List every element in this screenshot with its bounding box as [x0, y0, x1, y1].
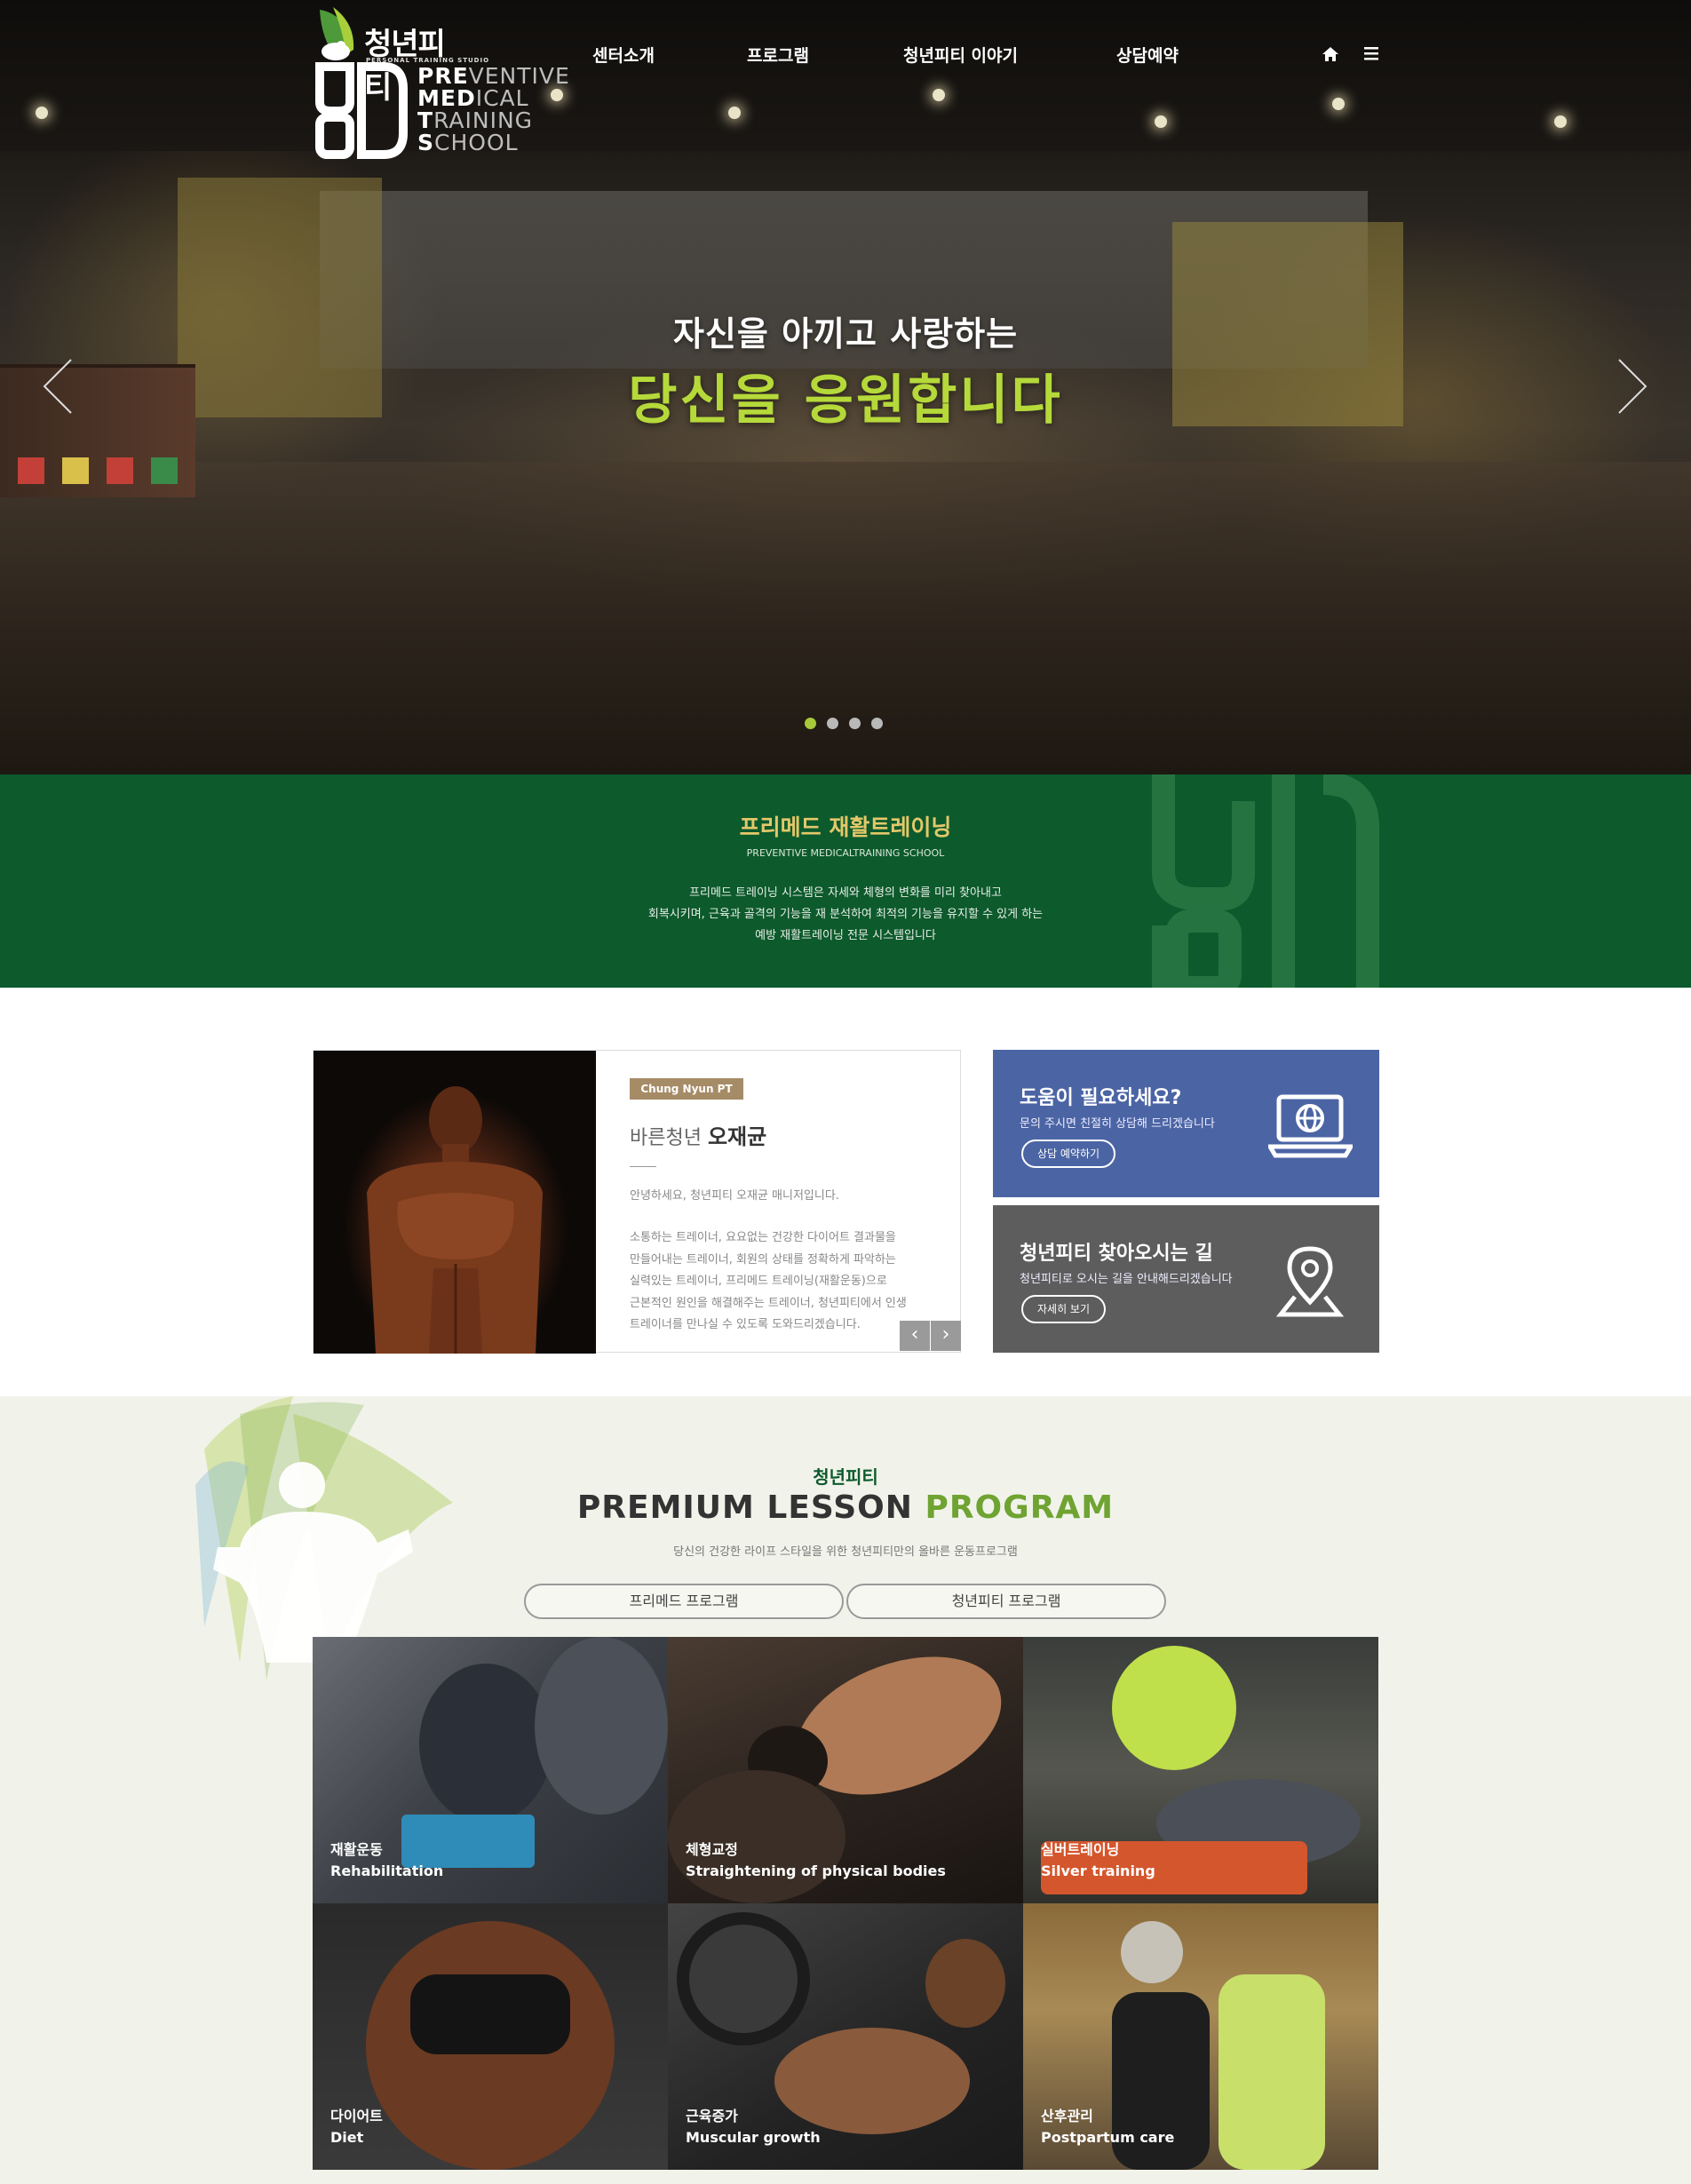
tile-label-en: Silver training [1041, 1862, 1155, 1879]
program-title-main: PREMIUM LESSON [576, 1489, 913, 1526]
hero-highlight: 당신을 응원합니다 [628, 369, 1063, 432]
program-tile-postpartum-care[interactable]: 산후관리 Postpartum care [1023, 1903, 1378, 2170]
pmts-band [0, 774, 1691, 988]
trainer-desc-line: 실력있는 트레이너, 프리메드 트레이닝(재활운동)으로 [630, 1275, 887, 1288]
tile-label-ko: 체형교정 [686, 1841, 738, 1858]
logo-mark-icon [320, 7, 354, 60]
pmts-subtitle: PREVENTIVE MEDICALTRAINING SCHOOL [746, 847, 945, 859]
hero-lamp [933, 89, 945, 101]
pmts-watermark-icon [1152, 774, 1379, 988]
reserve-consult-button[interactable]: 상담 예약하기 [1021, 1140, 1116, 1168]
tile-label-ko: 산후관리 [1041, 2108, 1093, 2124]
tile-label-en: Straightening of physical bodies [686, 1862, 946, 1879]
slider-prev-arrow-icon[interactable] [40, 355, 75, 417]
hero-lamp [1155, 115, 1167, 128]
hero-lamp [36, 107, 48, 119]
hamburger-menu-icon[interactable] [1363, 45, 1379, 61]
help-box-text: 문의 주시면 친절히 상담해 드리겠습니다 [1020, 1117, 1215, 1131]
tab-chungnyun-program[interactable]: 청년피티 프로그램 [846, 1584, 1166, 1619]
hero-ceiling [0, 0, 1691, 151]
tile-label-en: Postpartum care [1041, 2129, 1175, 2146]
tile-label-ko: 재활운동 [330, 1841, 383, 1858]
pmts-logo-text: PREVENTIVE MEDICAL TRAINING SCHOOL [417, 65, 570, 154]
directions-box: 청년피티 찾아오시는 길 청년피티로 오시는 길을 안내해드리겠습니다 자세히 … [993, 1205, 1379, 1353]
pmts-description: 프리메드 트레이닝 시스템은 자세와 체형의 변화를 미리 찾아내고 회복시키며… [0, 883, 1691, 947]
pmts-line: TRAINING [417, 107, 534, 133]
tile-label-ko: 다이어트 [330, 2108, 383, 2124]
laptop-globe-icon [1268, 1094, 1353, 1158]
trainer-desc-line: 트레이너를 만나실 수 있도록 도와드리겠습니다. [630, 1318, 861, 1331]
slider-dot[interactable] [871, 718, 883, 729]
program-tile-diet[interactable]: 다이어트 Diet [313, 1903, 668, 2170]
pmts-title: 프리메드 재활트레이닝 [739, 814, 952, 840]
hero-floor [0, 462, 1691, 774]
program-tile-muscular-growth[interactable]: 근육증가 Muscular growth [668, 1903, 1023, 2170]
trainer-name: 바른청년 오재균 [630, 1119, 766, 1150]
trainer-divider [630, 1166, 656, 1167]
help-box: 도움이 필요하세요? 문의 주시면 친절히 상담해 드리겠습니다 상담 예약하기 [993, 1050, 1379, 1197]
pmts-line: MEDICAL [417, 85, 529, 111]
nav-item-story[interactable]: 청년피티 이야기 [903, 43, 1018, 67]
slider-next-arrow-icon[interactable] [1615, 355, 1650, 417]
pmts-logo-icon [315, 62, 408, 159]
program-subtitle: 당신의 건강한 라이프 스타일을 위한 청년피티만의 올바른 운동프로그램 [673, 1545, 1018, 1559]
hero-lamp [1554, 115, 1567, 128]
trainer-photo [314, 1051, 596, 1354]
view-directions-button[interactable]: 자세히 보기 [1021, 1295, 1107, 1323]
tile-label-en: Muscular growth [686, 2129, 821, 2146]
nav-item-program[interactable]: 프로그램 [747, 43, 809, 67]
trainer-badge: Chung Nyun PT [630, 1078, 743, 1100]
trainer-greeting: 안녕하세요, 청년피티 오재균 매니저입니다. [630, 1189, 839, 1203]
trainer-desc-line: 소통하는 트레이너, 요요없는 건강한 다이어트 결과물을 [630, 1231, 896, 1244]
program-kicker: 청년피티 [813, 1466, 878, 1488]
pmts-line: SCHOOL [417, 130, 519, 155]
tile-label-en: Rehabilitation [330, 1862, 444, 1879]
pmts-desc-line: 예방 재활트레이닝 전문 시스템입니다 [755, 929, 936, 942]
trainer-description: 소통하는 트레이너, 요요없는 건강한 다이어트 결과물을 만들어내는 트레이너… [630, 1227, 932, 1337]
pmts-desc-line: 프리메드 트레이닝 시스템은 자세와 체형의 변화를 미리 찾아내고 [689, 886, 1002, 900]
program-tile-silver-training[interactable]: 실버트레이닝 Silver training [1023, 1637, 1378, 1903]
trainer-role: 바른청년 [630, 1127, 702, 1149]
site-logo[interactable]: 청년피티 PERSONAL TRAINING STUDIO [311, 5, 488, 106]
hero-lamp [1332, 98, 1345, 110]
hero-lamp [728, 107, 741, 119]
help-box-title: 도움이 필요하세요? [1020, 1087, 1182, 1109]
trainer-desc-line: 근본적인 원인을 해결해주는 트레이너, 청년피티에서 인생 [630, 1296, 907, 1310]
trainer-name-bold: 오재균 [707, 1124, 767, 1149]
directions-box-text: 청년피티로 오시는 길을 안내해드리겠습니다 [1020, 1273, 1233, 1286]
hero-headline: 자신을 아끼고 사랑하는 [672, 314, 1019, 353]
program-tile-rehabilitation[interactable]: 재활운동 Rehabilitation [313, 1637, 668, 1903]
trainer-next-button[interactable]: › [931, 1321, 961, 1351]
pmts-desc-line: 회복시키며, 근육과 골격의 기능을 재 분석하여 최적의 기능을 유지할 수 … [647, 908, 1044, 921]
tile-label-ko: 근육증가 [686, 2108, 738, 2124]
tile-label-ko: 실버트레이닝 [1041, 1841, 1120, 1858]
tile-label-en: Diet [330, 2129, 364, 2146]
tab-premed-program[interactable]: 프리메드 프로그램 [524, 1584, 844, 1619]
map-pin-icon [1275, 1246, 1345, 1317]
trainer-desc-line: 만들어내는 트레이너, 회원의 상태를 정확하게 파악하는 [630, 1252, 896, 1267]
program-title: PREMIUM LESSON PROGRAM [0, 1489, 1691, 1526]
nav-item-reservation[interactable]: 상담예약 [1116, 43, 1179, 67]
slider-dot[interactable] [827, 718, 838, 729]
program-tile-posture-correction[interactable]: 체형교정 Straightening of physical bodies [668, 1637, 1023, 1903]
nav-item-center[interactable]: 센터소개 [592, 43, 655, 67]
slider-dot[interactable] [805, 718, 816, 729]
slider-dot[interactable] [849, 718, 861, 729]
hero-slider: 청년피티 PERSONAL TRAINING STUDIO 센터소개 프로그램 … [0, 0, 1691, 774]
program-grid: 재활운동 Rehabilitation 체형교정 Straightening o… [313, 1637, 1379, 2170]
trainer-prev-button[interactable]: ‹ [900, 1321, 930, 1351]
home-icon[interactable] [1321, 44, 1340, 64]
program-title-accent: PROGRAM [925, 1489, 1115, 1526]
pmts-line: PREVENTIVE [417, 63, 570, 89]
directions-box-title: 청년피티 찾아오시는 길 [1020, 1243, 1213, 1265]
